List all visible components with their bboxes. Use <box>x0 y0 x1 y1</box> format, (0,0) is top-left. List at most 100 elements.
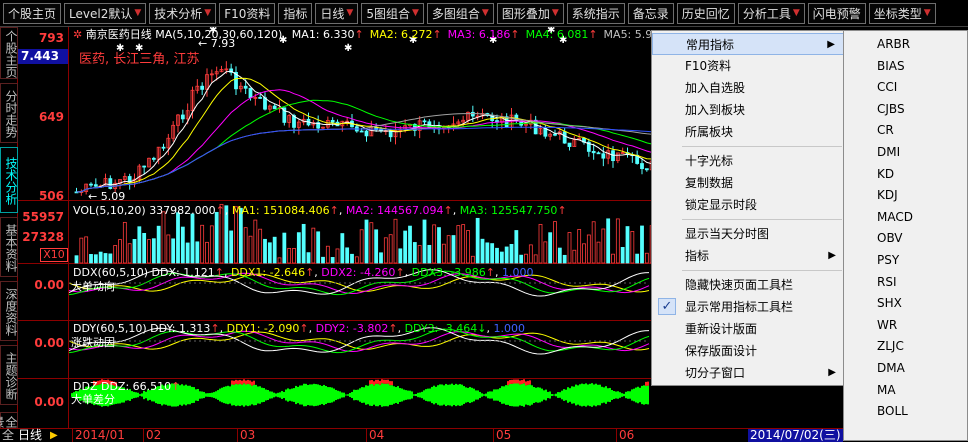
toolbar-button-14[interactable]: 坐标类型 ▼ <box>868 2 936 24</box>
ddz-bar <box>397 386 399 404</box>
menu-item-14[interactable]: 显示常用指标工具栏 ✓ <box>652 296 844 318</box>
menu-item-10[interactable]: 显示当天分时图 <box>652 223 844 245</box>
indicator-item-cjbs[interactable]: CJBS <box>844 98 967 120</box>
volume-bar <box>127 243 132 264</box>
indicator-item-dmi[interactable]: DMI <box>844 141 967 163</box>
candle-body <box>243 85 248 89</box>
indicator-item-kd[interactable]: KD <box>844 163 967 185</box>
menu-item-15[interactable]: 重新设计版面 <box>652 318 844 340</box>
fullscreen-icon[interactable]: 全 <box>2 429 14 442</box>
ddz-peak <box>247 379 249 384</box>
ddz-bar <box>361 387 363 403</box>
indicator-item-arbr[interactable]: ARBR <box>844 33 967 55</box>
side-tab-4[interactable]: 深度资料 <box>0 281 18 341</box>
ddz-bar <box>599 384 601 406</box>
toolbar-button-6[interactable]: 5图组合 ▼ <box>361 2 424 24</box>
side-tab-1[interactable]: 分时走势 <box>0 83 18 143</box>
side-tab-2[interactable]: 技术分析 <box>0 147 18 213</box>
volume-bar <box>499 251 504 264</box>
toolbar-button-5[interactable]: 日线 ▼ <box>315 2 359 24</box>
toolbar-button-10[interactable]: 备忘录 <box>627 2 674 24</box>
ddz-bar <box>377 383 379 407</box>
top-toolbar: 个股主页 Level2默认 ▼ 技术分析 ▼ F10资料 指标 日线 ▼ 5图组合 ▼ 多图组合 ▼ 图形… <box>0 0 968 27</box>
ddz-bar <box>559 392 561 398</box>
volume-bar <box>147 239 151 264</box>
indicator-item-bias[interactable]: BIAS <box>844 55 967 77</box>
ddz-bar <box>213 392 215 398</box>
menu-item-label: 加入自选股 <box>685 81 746 95</box>
menu-item-13[interactable]: 隐藏快速页面工具栏 <box>652 274 844 296</box>
ddz-bar <box>589 383 591 407</box>
toolbar-button-8[interactable]: 图形叠加 ▼ <box>496 2 564 24</box>
ddz-peak <box>387 379 389 384</box>
indicator-item-macd[interactable]: MACD <box>844 206 967 228</box>
ma-value-3: MA3: 6.186 <box>447 28 511 41</box>
menu-item-1[interactable]: F10资料 <box>652 55 844 77</box>
menu-item-17[interactable]: 切分子窗口 ▶ <box>652 362 844 384</box>
indicator-item-kdj[interactable]: KDJ <box>844 184 967 206</box>
toolbar-button-7[interactable]: 多图组合 ▼ <box>426 2 494 24</box>
ddz-bar <box>543 390 545 400</box>
indicator-item-cr[interactable]: CR <box>844 119 967 141</box>
sector-tags: 医药, 长江三角, 江苏 <box>79 52 200 67</box>
indicator-item-ma[interactable]: MA <box>844 379 967 401</box>
indicator-item-obv[interactable]: OBV <box>844 227 967 249</box>
toolbar-button-0[interactable]: 个股主页 <box>3 2 62 24</box>
menu-item-6[interactable]: 十字光标 <box>652 150 844 172</box>
indicator-item-boll[interactable]: BOLL <box>844 400 967 422</box>
ddz-bar <box>515 383 517 407</box>
ddz-bar <box>573 386 575 404</box>
ddz-bar <box>243 383 245 407</box>
side-tab-0[interactable]: 个股主页 <box>0 27 18 79</box>
volume-bar <box>200 224 205 264</box>
ddz-peak <box>239 379 241 384</box>
period-label[interactable]: 日线 <box>18 429 42 442</box>
indicator-item-rsi[interactable]: RSI <box>844 271 967 293</box>
menu-item-16[interactable]: 保存版面设计 <box>652 340 844 362</box>
ddz-bar <box>181 384 183 406</box>
menu-item-0[interactable]: 常用指标 ▶ <box>652 33 844 55</box>
menu-item-7[interactable]: 复制数据 <box>652 172 844 194</box>
menu-item-4[interactable]: 所属板块 <box>652 121 844 143</box>
ddz-bar <box>535 387 537 403</box>
menu-item-2[interactable]: 加入自选股 <box>652 77 844 99</box>
volume-bar <box>528 244 533 264</box>
indicator-item-dma[interactable]: DMA <box>844 357 967 379</box>
menu-item-11[interactable]: 指标 ▶ <box>652 245 844 267</box>
indicator-item-wr[interactable]: WR <box>844 314 967 336</box>
candle-body <box>644 168 649 171</box>
menu-item-label: 切分子窗口 <box>685 366 746 380</box>
indicator-item-cci[interactable]: CCI <box>844 76 967 98</box>
settings-icon[interactable]: ✲ <box>73 28 82 41</box>
ddz-bar <box>631 389 633 401</box>
toolbar-button-12[interactable]: 分析工具 ▼ <box>737 2 805 24</box>
menu-item-8[interactable]: 锁定显示时段 <box>652 194 844 216</box>
indicator-submenu: ARBR BIAS CCI CJBS CR DMI KD KDJ MACD OBV PSY RSI SH… <box>843 30 968 441</box>
indicator-item-psy[interactable]: PSY <box>844 249 967 271</box>
toolbar-button-1[interactable]: Level2默认 ▼ <box>64 2 147 24</box>
ddz-bar <box>259 386 261 404</box>
indicator-item-zljc[interactable]: ZLJC <box>844 335 967 357</box>
toolbar-button-13[interactable]: 闪电预警 <box>807 2 866 24</box>
toolbar-button-11[interactable]: 历史回忆 <box>676 2 735 24</box>
toolbar-button-3[interactable]: F10资料 <box>219 2 276 24</box>
ddz-bar <box>327 387 329 403</box>
ddz-bar <box>445 383 447 407</box>
side-tab-5[interactable]: 主题诊断 <box>0 345 18 405</box>
side-tab-3[interactable]: 基本资料 <box>0 217 18 277</box>
period-play-icon[interactable]: ▶ <box>50 429 58 442</box>
toolbar-button-9[interactable]: 系统指示 <box>566 2 625 24</box>
toolbar-button-label: 历史回忆 <box>681 6 730 21</box>
ddz-bar <box>249 384 251 406</box>
indicator-item-shx[interactable]: SHX <box>844 292 967 314</box>
ddz-bar <box>447 384 449 406</box>
menu-item-3[interactable]: 加入到板块 <box>652 99 844 121</box>
toolbar-button-4[interactable]: 指标 <box>278 2 313 24</box>
menu-item-label: 隐藏快速页面工具栏 <box>685 278 794 292</box>
axis-ddx-zero: 0.00 <box>34 278 64 292</box>
toolbar-button-2[interactable]: 技术分析 ▼ <box>149 2 217 24</box>
ddz-bar <box>473 388 475 402</box>
ddz-bar <box>425 389 427 401</box>
candle-body <box>359 130 364 133</box>
volume-bar <box>258 228 263 264</box>
